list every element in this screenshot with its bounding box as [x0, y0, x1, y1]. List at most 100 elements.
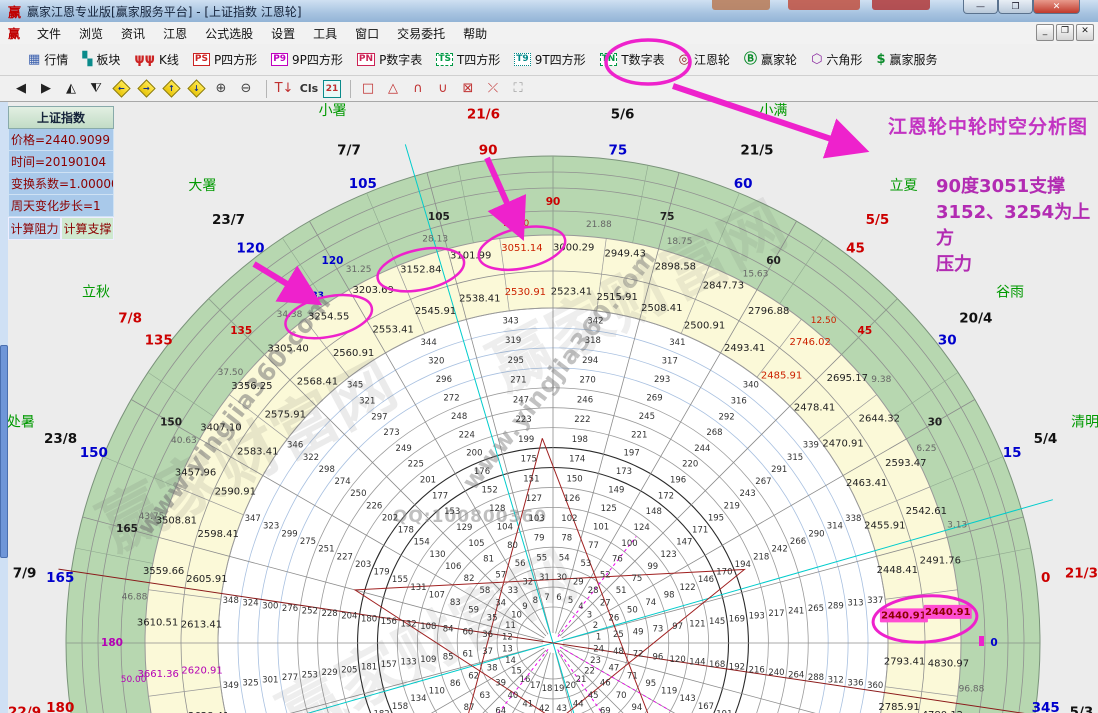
toolbar-button-行情[interactable]: ▦行情: [22, 47, 74, 72]
calc-resistance-button[interactable]: 计算阻力: [8, 217, 61, 240]
svg-text:169: 169: [729, 614, 745, 624]
svg-text:5/4: 5/4: [1034, 431, 1058, 447]
draw-tool-19[interactable]: ⊠: [457, 78, 479, 100]
mdi-close-button[interactable]: ✕: [1076, 24, 1094, 41]
svg-text:5/5: 5/5: [866, 212, 890, 228]
minimize-button[interactable]: —: [963, 0, 998, 14]
svg-text:44: 44: [573, 699, 584, 709]
draw-tool-13[interactable]: 21: [323, 80, 341, 98]
svg-text:2523.41: 2523.41: [551, 286, 592, 297]
menu-item-9[interactable]: 帮助: [454, 25, 496, 43]
draw-tool-0[interactable]: ◀: [10, 78, 32, 100]
menu-item-1[interactable]: 浏览: [70, 25, 112, 43]
svg-text:0: 0: [990, 637, 997, 649]
mdi-minimize-button[interactable]: _: [1036, 24, 1054, 41]
toolbar-button-六角形[interactable]: ⬡六角形: [805, 47, 868, 72]
svg-text:242: 242: [772, 545, 788, 555]
svg-text:150: 150: [160, 417, 182, 429]
draw-tool-5[interactable]: →: [135, 78, 157, 100]
menu-item-6[interactable]: 工具: [304, 25, 346, 43]
svg-text:130: 130: [429, 550, 445, 560]
draw-tool-8[interactable]: ⊕: [210, 78, 232, 100]
svg-text:179: 179: [373, 568, 389, 578]
svg-text:345: 345: [1032, 700, 1060, 713]
svg-text:147: 147: [676, 538, 692, 548]
draw-tool-7[interactable]: ↓: [185, 78, 207, 100]
toolbar-label: 江恩轮: [694, 51, 730, 68]
toolbar-button-9P四方形[interactable]: P99P四方形: [265, 47, 349, 72]
vertical-scrollbar[interactable]: [0, 102, 8, 713]
svg-text:14: 14: [505, 656, 516, 666]
svg-text:341: 341: [669, 338, 685, 348]
svg-text:7/7: 7/7: [337, 143, 361, 159]
svg-text:265: 265: [808, 604, 824, 614]
gann-wheel-chart-area[interactable]: 赢家财富网赢家财富网赢家财富网www.yingjia360.comwww.yin…: [0, 102, 1098, 713]
svg-text:191: 191: [716, 709, 732, 713]
toolbar-button-T四方形[interactable]: TST四方形: [430, 47, 506, 72]
draw-tool-17[interactable]: ∩: [407, 78, 429, 100]
toolbar-button-K线[interactable]: ψψK线: [128, 47, 185, 72]
svg-text:96.88: 96.88: [959, 684, 985, 694]
svg-text:40: 40: [507, 691, 518, 701]
draw-tool-15[interactable]: □: [357, 78, 379, 100]
toolbar-button-赢家服务[interactable]: $赢家服务: [870, 47, 943, 72]
toolbar-button-9T四方形[interactable]: T99T四方形: [508, 47, 591, 72]
scrollbar-thumb[interactable]: [0, 345, 8, 558]
svg-text:7/9: 7/9: [13, 565, 37, 581]
draw-tool-1[interactable]: ▶: [35, 78, 57, 100]
menu-item-8[interactable]: 交易委托: [388, 25, 454, 43]
svg-text:277: 277: [282, 673, 298, 683]
svg-text:322: 322: [303, 453, 319, 463]
toolbar-button-板块[interactable]: ▚板块: [76, 47, 126, 72]
svg-text:59: 59: [468, 606, 479, 616]
svg-text:20/4: 20/4: [959, 311, 992, 327]
svg-text:5/3: 5/3: [1070, 705, 1094, 713]
menu-item-3[interactable]: 江恩: [154, 25, 196, 43]
svg-text:202: 202: [382, 513, 398, 523]
toolbar-button-P四方形[interactable]: PSP四方形: [187, 47, 263, 72]
mdi-restore-button[interactable]: ❐: [1056, 24, 1074, 41]
svg-text:98: 98: [664, 590, 675, 600]
toolbar-button-江恩轮[interactable]: ◎江恩轮: [673, 47, 736, 72]
step-row: 周天变化步长=1: [8, 195, 114, 217]
calc-support-button[interactable]: 计算支撑: [61, 217, 114, 240]
draw-tool-9[interactable]: ⊖: [235, 78, 257, 100]
menu-item-4[interactable]: 公式选股: [196, 25, 262, 43]
draw-tool-12[interactable]: Cls: [298, 78, 320, 100]
svg-text:314: 314: [827, 522, 843, 532]
close-button[interactable]: ✕: [1033, 0, 1080, 14]
draw-tool-16[interactable]: △: [382, 78, 404, 100]
toolbar-button-T数字表[interactable]: TNT数字表: [594, 47, 671, 72]
svg-text:154: 154: [414, 538, 430, 548]
draw-tool-11[interactable]: T↓: [273, 78, 295, 100]
svg-text:133: 133: [400, 658, 416, 668]
svg-text:194: 194: [735, 560, 751, 570]
gann-wheel[interactable]: 赢家财富网赢家财富网赢家财富网www.yingjia360.comwww.yin…: [0, 102, 1098, 713]
svg-text:2485.91: 2485.91: [761, 370, 802, 381]
svg-text:152: 152: [482, 486, 498, 496]
toolbar-button-赢家轮[interactable]: Ⓑ赢家轮: [738, 47, 803, 72]
svg-text:49: 49: [633, 627, 644, 637]
svg-text:30: 30: [556, 573, 567, 583]
menu-item-0[interactable]: 文件: [28, 25, 70, 43]
draw-tool-21[interactable]: ⛶: [507, 78, 529, 100]
draw-tool-20[interactable]: ⤫: [482, 78, 504, 100]
svg-text:244: 244: [694, 444, 710, 454]
draw-tool-2[interactable]: ◭: [60, 78, 82, 100]
svg-text:60: 60: [766, 255, 781, 267]
svg-text:120: 120: [236, 241, 264, 257]
menu-item-7[interactable]: 窗口: [346, 25, 388, 43]
svg-text:105: 105: [468, 539, 484, 549]
menu-item-5[interactable]: 设置: [262, 25, 304, 43]
draw-tool-18[interactable]: ∪: [432, 78, 454, 100]
svg-text:94: 94: [632, 703, 643, 713]
svg-text:4: 4: [578, 602, 583, 612]
draw-tool-3[interactable]: ⧨: [85, 78, 107, 100]
svg-text:3457.96: 3457.96: [175, 468, 216, 479]
draw-tool-4[interactable]: ←: [110, 78, 132, 100]
menu-item-2[interactable]: 资讯: [112, 25, 154, 43]
toolbar-button-P数字表[interactable]: PNP数字表: [351, 47, 428, 72]
draw-tool-6[interactable]: ↑: [160, 78, 182, 100]
maximize-button[interactable]: ❐: [998, 0, 1033, 14]
svg-text:2695.17: 2695.17: [827, 373, 868, 384]
